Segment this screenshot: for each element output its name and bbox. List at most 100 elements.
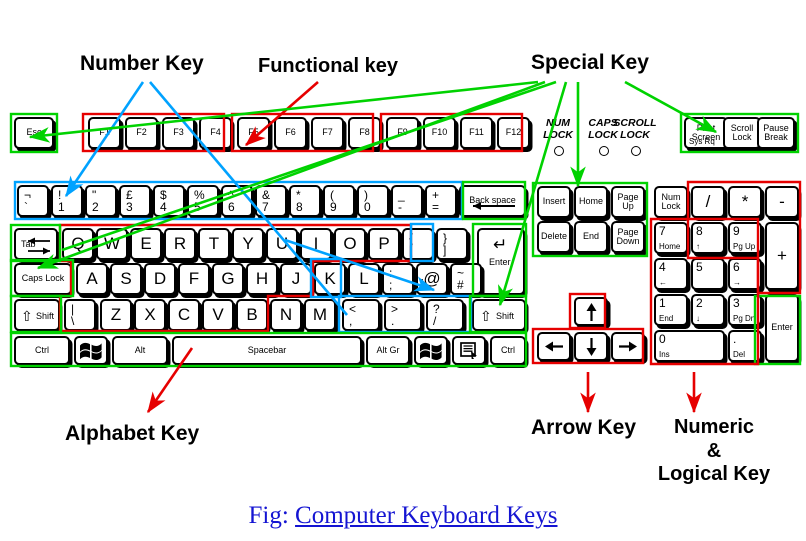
key-f8[interactable]: F8 [348,117,381,149]
key-spacebar[interactable]: Spacebar [172,336,362,365]
key-windows-right[interactable] [414,336,448,365]
key-f12[interactable]: F12 [497,117,530,149]
key-numpad-minus[interactable]: - [765,186,799,218]
key-i[interactable]: I [300,228,332,260]
key-numpad-dot[interactable]: . Del [728,330,762,362]
key-m[interactable]: M [304,299,336,331]
key-equals[interactable]: + = [425,185,457,217]
key-9[interactable]: (9 [323,185,355,217]
key-l[interactable]: L [348,263,380,295]
key-g[interactable]: G [212,263,244,295]
key-a[interactable]: A [76,263,108,295]
key-enter[interactable]: ↵ Enter [477,228,525,295]
key-shift-left[interactable]: ⇧ Shift [14,299,60,331]
key-numpad-enter[interactable]: Enter [765,294,799,362]
key-caps-lock[interactable]: Caps Lock [14,263,72,295]
key-1[interactable]: ! 1 [51,185,83,217]
key-7[interactable]: & 7 [255,185,287,217]
key-minus[interactable]: _ - [391,185,423,217]
key-ctrl-right[interactable]: Ctrl [490,336,526,365]
key-x[interactable]: X [134,299,166,331]
key-end[interactable]: End [574,221,608,253]
key-home[interactable]: Home [574,186,608,218]
key-semicolon[interactable]: :; [382,263,414,295]
key-numpad-9[interactable]: 9 Pg Up [728,222,762,254]
key-f1[interactable]: F1 [88,117,121,149]
key-v[interactable]: V [202,299,234,331]
key-o[interactable]: O [334,228,366,260]
key-3[interactable]: £3 [119,185,151,217]
key-slash[interactable]: ? / [426,299,464,331]
key-z[interactable]: Z [100,299,132,331]
key-numpad-divide[interactable]: / [691,186,725,218]
key-period[interactable]: >. [384,299,422,331]
key-numpad-num-lock[interactable]: Num Lock [654,186,688,218]
key-ctrl-left[interactable]: Ctrl [14,336,70,365]
key-s[interactable]: S [110,263,142,295]
key-c[interactable]: C [168,299,200,331]
key-6[interactable]: ^ 6 [221,185,253,217]
key-delete[interactable]: Delete [537,221,571,253]
key-esc[interactable]: Esc [14,117,54,149]
key-n[interactable]: N [270,299,302,331]
key-p[interactable]: P [368,228,400,260]
key-f4[interactable]: F4 [199,117,232,149]
key-arrow-up[interactable] [574,297,608,326]
key-f6[interactable]: F6 [274,117,307,149]
key-f7[interactable]: F7 [311,117,344,149]
key-page-down[interactable]: Page Down [611,221,645,253]
key-h[interactable]: H [246,263,278,295]
key-u[interactable]: U [266,228,298,260]
key-numpad-6[interactable]: 6 → [728,258,762,290]
key-numpad-5[interactable]: 5 [691,258,725,290]
key-0[interactable]: ) 0 [357,185,389,217]
key-b[interactable]: B [236,299,268,331]
key-f[interactable]: F [178,263,210,295]
key-numpad-8[interactable]: 8 ↑ [691,222,725,254]
key-k[interactable]: K [314,263,346,295]
key-f3[interactable]: F3 [162,117,195,149]
key-q[interactable]: Q [62,228,94,260]
key-2[interactable]: " 2 [85,185,117,217]
key-numpad-3[interactable]: 3 Pg Dn [728,294,762,326]
key-arrow-down[interactable] [574,332,608,361]
key-menu[interactable] [452,336,486,365]
key-comma[interactable]: <, [342,299,380,331]
key-f5[interactable]: F5 [237,117,270,149]
key-j[interactable]: J [280,263,312,295]
key-f9[interactable]: F9 [386,117,419,149]
key-page-up[interactable]: Page Up [611,186,645,218]
key-numpad-0[interactable]: 0 Ins [654,330,725,362]
key-5[interactable]: % 5 [187,185,219,217]
key-quote[interactable]: @ ' [416,263,448,295]
key-d[interactable]: D [144,263,176,295]
key-bracket-left[interactable]: {[ [402,228,434,260]
key-f11[interactable]: F11 [460,117,493,149]
key-bracket-right[interactable]: }] [436,228,468,260]
key-tab[interactable]: Tab [14,228,58,260]
key-r[interactable]: R [164,228,196,260]
key-4[interactable]: $4 [153,185,185,217]
caption-link[interactable]: Computer Keyboard Keys [295,502,557,529]
key-arrow-right[interactable] [611,332,645,361]
key-pause-break[interactable]: Pause Break [757,117,795,149]
key-numpad-7[interactable]: 7 Home [654,222,688,254]
key-alt-left[interactable]: Alt [112,336,168,365]
key-backslash[interactable]: | \ [64,299,96,331]
key-alt-gr[interactable]: Alt Gr [366,336,410,365]
key-numpad-multiply[interactable]: * [728,186,762,218]
key-hash[interactable]: ~ # [450,263,482,295]
key-print-screen[interactable]: Print Screen Sys Rq [684,117,728,149]
key-insert[interactable]: Insert [537,186,571,218]
key-8[interactable]: * 8 [289,185,321,217]
key-numpad-1[interactable]: 1 End [654,294,688,326]
key-e[interactable]: E [130,228,162,260]
key-scroll-lock[interactable]: Scroll Lock [723,117,761,149]
key-backspace[interactable]: Back space [459,185,526,217]
key-windows-left[interactable] [74,336,108,365]
key-f2[interactable]: F2 [125,117,158,149]
key-numpad-4[interactable]: 4 ← [654,258,688,290]
key-y[interactable]: Y [232,228,264,260]
key-t[interactable]: T [198,228,230,260]
key-grave[interactable]: ¬ ` [17,185,49,217]
